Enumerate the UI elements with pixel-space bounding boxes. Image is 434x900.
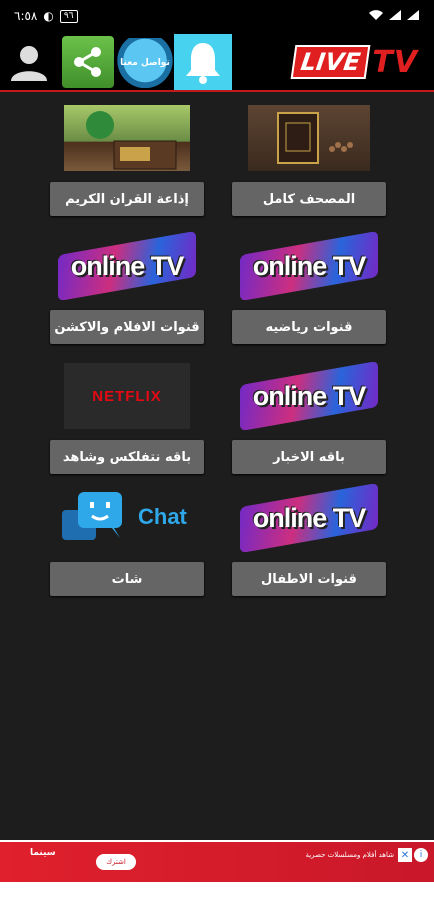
tile-kids-channels[interactable]: online TV قنوات الاطفال <box>232 484 386 596</box>
ad-text: شاهد أفلام ومسلسلات حصرية <box>305 851 394 859</box>
bell-icon <box>186 43 220 84</box>
tile-chat[interactable]: Chat شات <box>50 484 204 596</box>
online-tv-image: online TV <box>52 232 202 300</box>
status-bar: ٦:٥٨ ◐ ٩٦ <box>0 0 434 32</box>
ad-banner[interactable]: سينما اشترك شاهد أفلام ومسلسلات حصرية ✕ … <box>0 840 434 900</box>
share-button[interactable] <box>62 36 114 88</box>
signal-icon <box>388 9 402 24</box>
online-tv-image: online TV <box>234 484 384 552</box>
user-profile-button[interactable] <box>9 42 49 82</box>
tile-netflix-package[interactable]: NETFLIX باقه نتفلكس وشاهد <box>50 362 204 474</box>
live-tv-logo: LIVE TV <box>290 44 418 80</box>
tile-movies-channels[interactable]: online TV قنوات الافلام والاكشن <box>50 232 204 344</box>
ad-brand: سينما <box>30 848 56 858</box>
ad-content[interactable]: سينما اشترك شاهد أفلام ومسلسلات حصرية ✕ … <box>0 842 434 882</box>
logo-tv-text: TV <box>372 44 418 80</box>
tile-label: باقه نتفلكس وشاهد <box>50 440 204 474</box>
logo-live-text: LIVE <box>290 45 371 79</box>
tile-label: قنوات الاطفال <box>232 562 386 596</box>
online-tv-image: online TV <box>234 232 384 300</box>
wifi-icon <box>368 9 384 24</box>
contact-us-button[interactable]: تواصل معنا <box>117 38 173 88</box>
netflix-logo-text: NETFLIX <box>92 387 162 405</box>
tile-label: باقه الاخبار <box>232 440 386 474</box>
tile-label: قنوات الافلام والاكشن <box>50 310 204 344</box>
tile-quran-full[interactable]: المصحف كامل <box>232 104 386 216</box>
app-header: تواصل معنا LIVE TV <box>0 32 434 92</box>
tile-label: إذاعة القران الكريم <box>50 182 204 216</box>
tile-quran-radio[interactable]: إذاعة القران الكريم <box>50 104 204 216</box>
ad-info-icon[interactable]: i <box>414 848 428 862</box>
chat-logo-text: Chat <box>138 504 187 529</box>
notification-icon: ◐ <box>43 9 54 23</box>
share-icon <box>74 47 101 77</box>
battery-icon: ٩٦ <box>59 9 78 23</box>
signal-icon-2 <box>406 9 420 24</box>
status-time: ٦:٥٨ <box>14 9 38 23</box>
netflix-image: NETFLIX <box>64 362 190 430</box>
user-icon <box>11 46 47 81</box>
ad-close-icon[interactable]: ✕ <box>398 848 412 862</box>
ad-cta-button[interactable]: اشترك <box>96 854 136 870</box>
quran-radio-image <box>64 104 190 172</box>
tile-label: المصحف كامل <box>232 182 386 216</box>
tile-label: شات <box>50 562 204 596</box>
quran-book-image <box>248 104 370 172</box>
contact-us-label: تواصل معنا <box>120 58 170 68</box>
notifications-button[interactable] <box>174 34 232 90</box>
online-tv-image: online TV <box>234 362 384 430</box>
tile-news-package[interactable]: online TV باقه الاخبار <box>232 362 386 474</box>
tile-label: قنوات رياضيه <box>232 310 386 344</box>
tile-sports-channels[interactable]: online TV قنوات رياضيه <box>232 232 386 344</box>
chat-image: Chat <box>52 484 202 552</box>
